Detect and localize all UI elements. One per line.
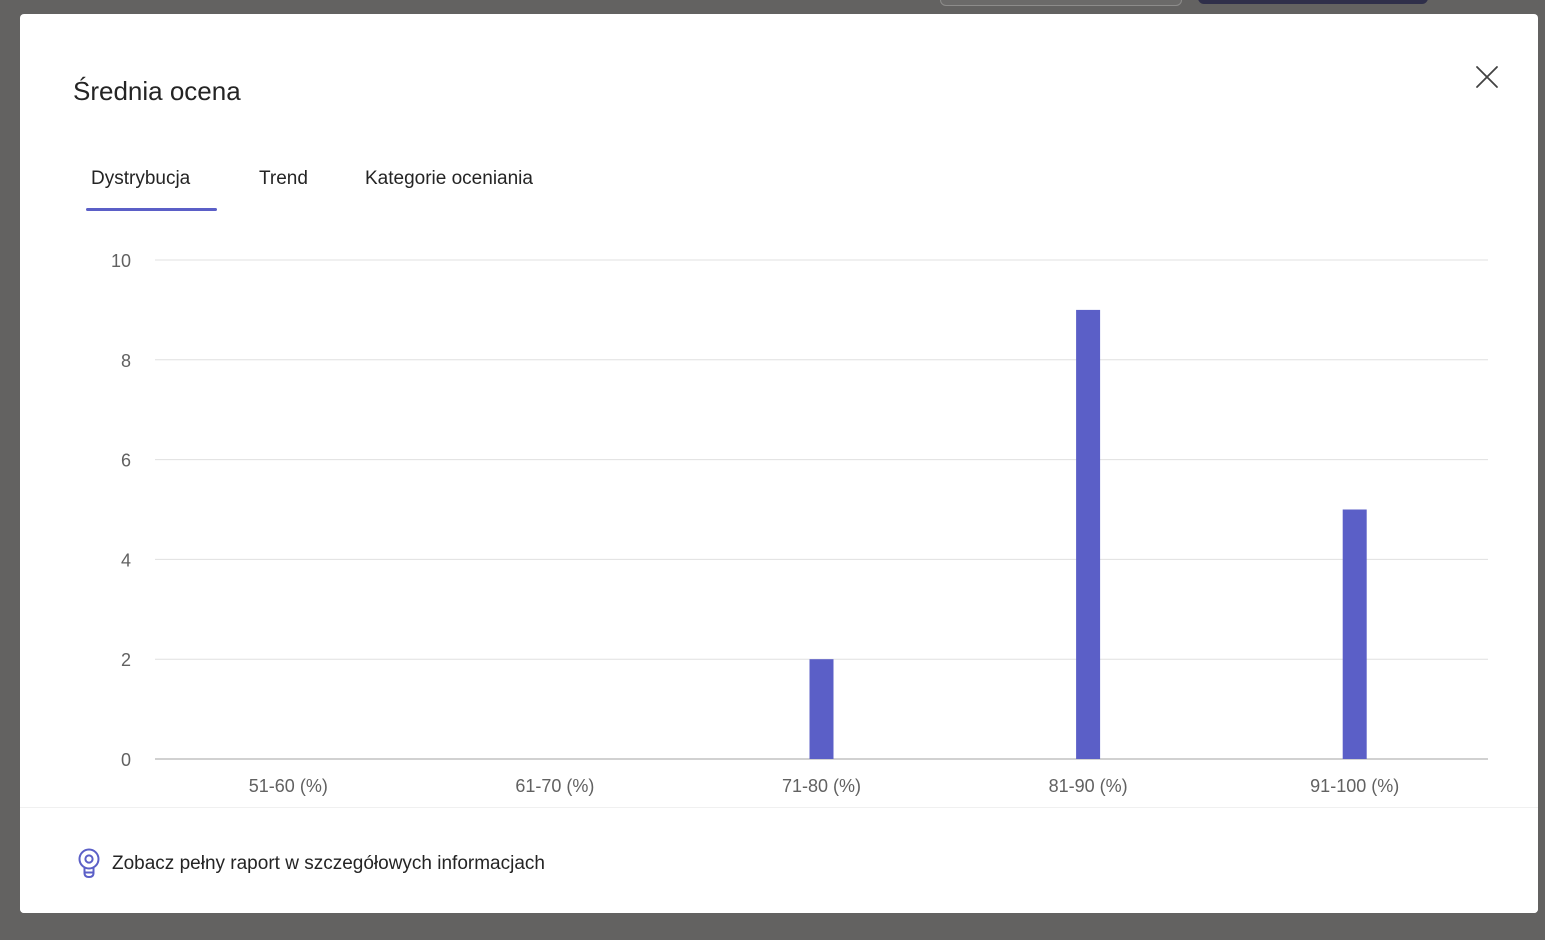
tab-trend-label: Trend (259, 168, 308, 189)
average-grade-dialog: Średnia ocena Dystrybucja Trend Kategori… (20, 14, 1538, 913)
y-tick-label: 0 (121, 750, 131, 770)
full-report-link-text: Zobacz pełny raport w szczegółowych info… (112, 853, 545, 874)
dialog-footer: Zobacz pełny raport w szczegółowych info… (20, 807, 1538, 913)
x-tick-label: 71-80 (%) (782, 776, 861, 796)
tab-grading-categories[interactable]: Kategorie oceniania (365, 164, 555, 211)
bar-5 (1342, 509, 1367, 759)
background-primary-button (1198, 0, 1428, 4)
close-button[interactable] (1470, 60, 1504, 94)
x-tick-label: 81-90 (%) (1049, 776, 1128, 796)
full-report-link[interactable]: Zobacz pełny raport w szczegółowych info… (76, 848, 545, 880)
y-tick-label: 10 (111, 251, 131, 271)
distribution-chart-svg: 0 2 4 6 8 10 51-60 (%) 61-70 (%) 71-80 (%) 81-90 … (111, 251, 1488, 796)
active-tab-indicator (86, 208, 217, 211)
background-button (940, 0, 1182, 6)
tab-trend[interactable]: Trend (259, 164, 329, 211)
y-tick-label: 2 (121, 650, 131, 670)
y-tick-label: 6 (121, 451, 131, 471)
x-tick-label: 51-60 (%) (249, 776, 328, 796)
tab-grading-categories-label: Kategorie oceniania (365, 168, 533, 189)
close-icon (1476, 66, 1498, 88)
y-tick-label: 4 (121, 550, 131, 570)
y-tick-label: 8 (121, 351, 131, 371)
dialog-title: Średnia ocena (73, 76, 241, 106)
tab-distribution[interactable]: Dystrybucja (86, 164, 217, 211)
x-tick-label: 91-100 (%) (1310, 776, 1399, 796)
distribution-chart: 0 2 4 6 8 10 51-60 (%) 61-70 (%) 71-80 (%) 81-90 … (70, 229, 1490, 809)
tab-distribution-label: Dystrybucja (91, 168, 191, 189)
x-tick-label: 61-70 (%) (515, 776, 594, 796)
bar-3 (809, 659, 834, 759)
lightbulb-icon (78, 848, 100, 879)
bar-4 (1076, 309, 1101, 759)
